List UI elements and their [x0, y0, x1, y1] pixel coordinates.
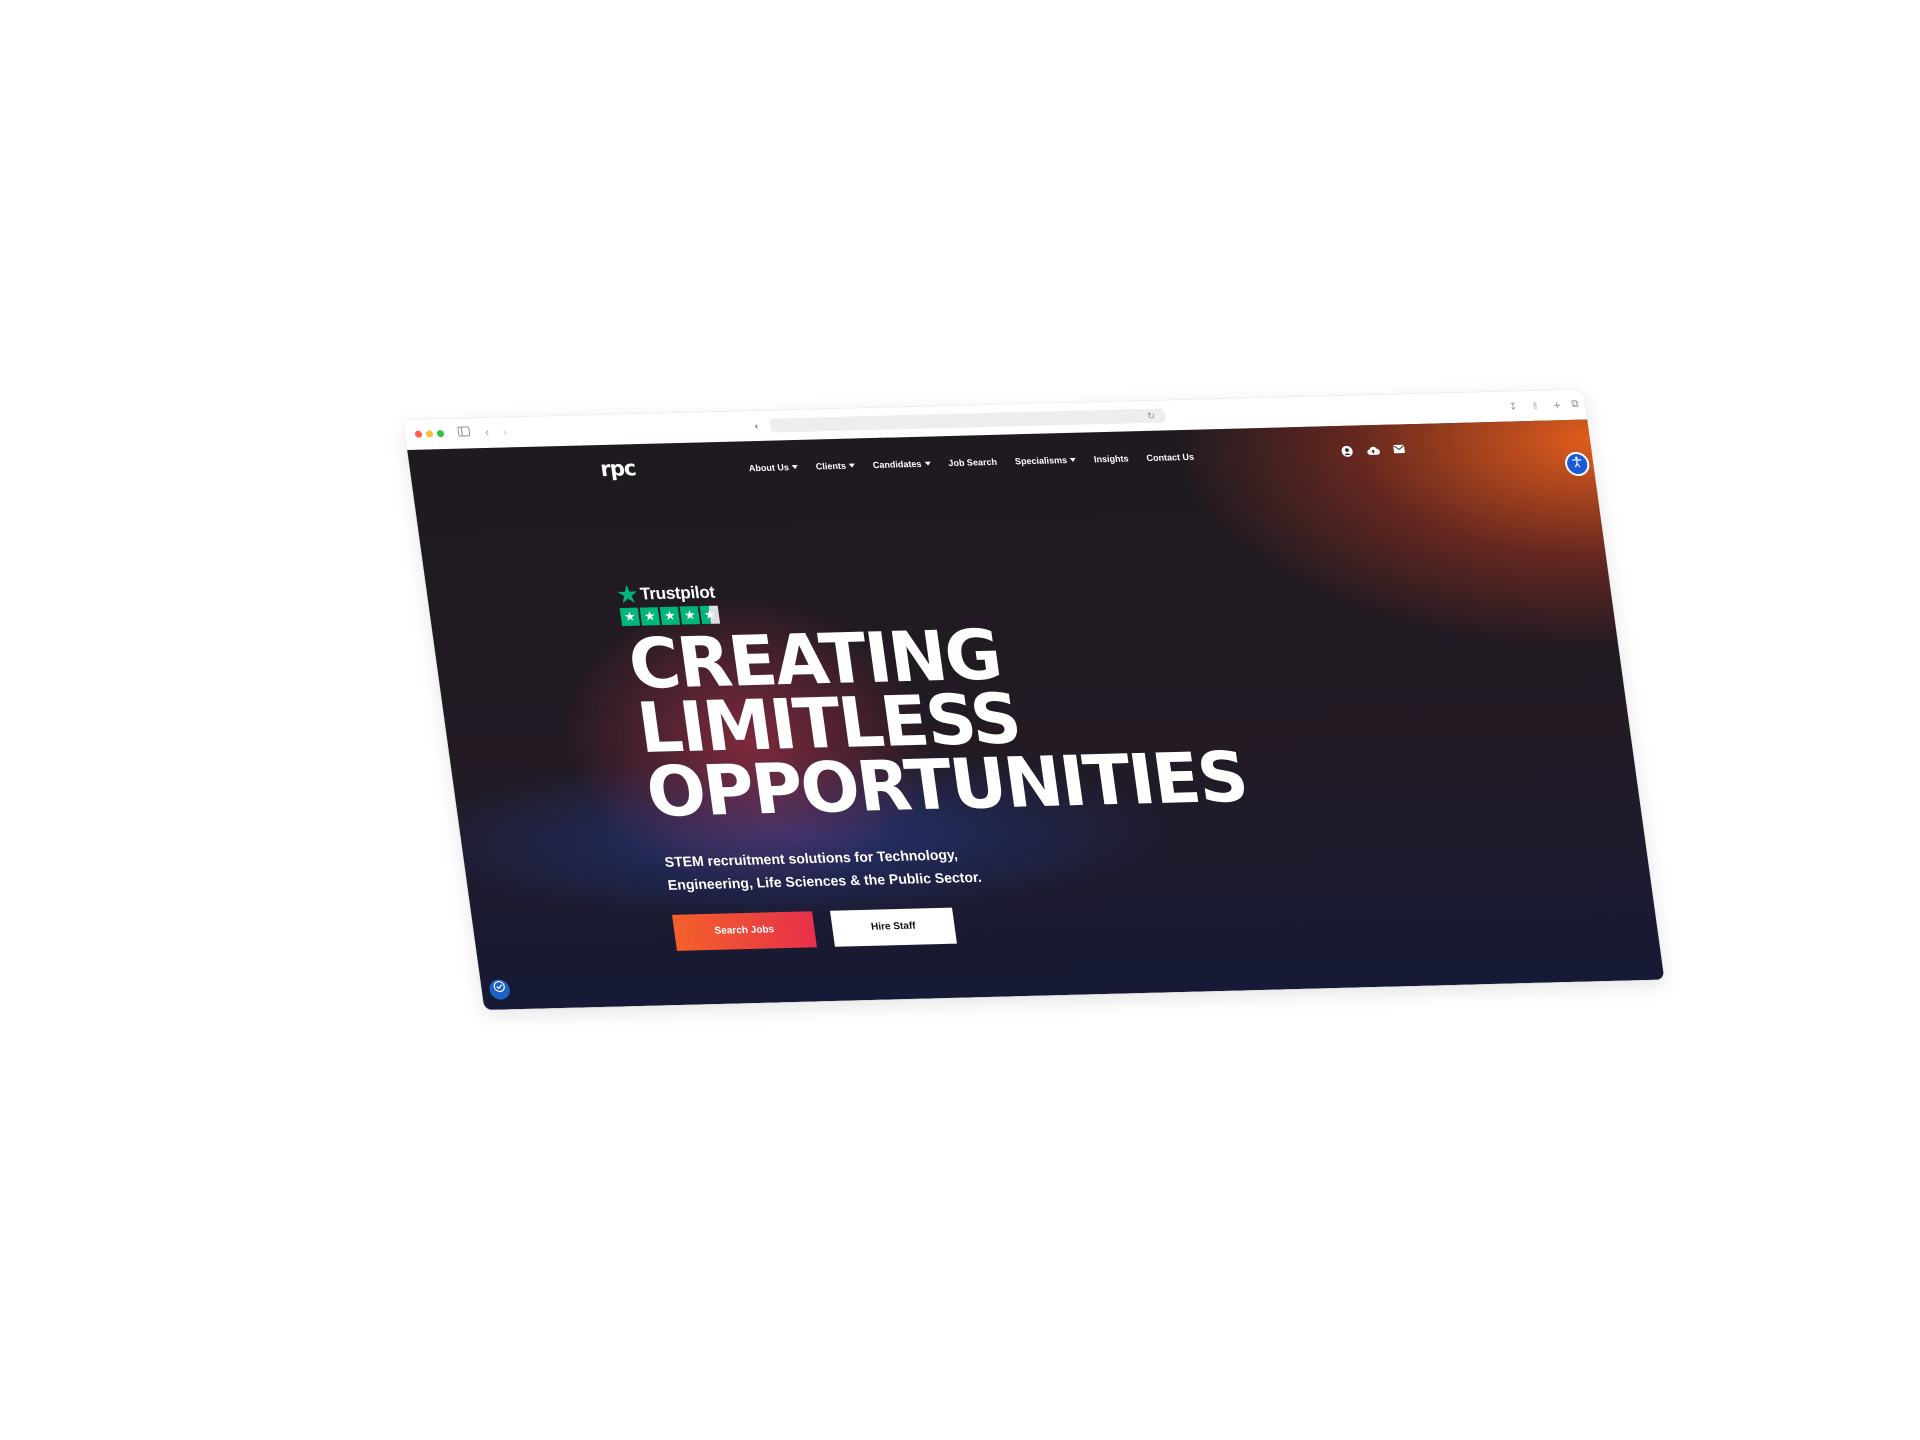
trustpilot-label: Trustpilot: [638, 582, 716, 604]
plus-icon[interactable]: +: [1550, 397, 1564, 413]
chevron-left-icon[interactable]: ‹: [480, 425, 494, 441]
half-star-icon: ★: [699, 605, 721, 625]
chevron-right-icon[interactable]: ›: [498, 424, 512, 440]
nav-label: Clients: [815, 460, 847, 472]
nav-item-clients[interactable]: Clients: [815, 460, 856, 472]
star-icon: ★: [639, 607, 661, 626]
hire-staff-button[interactable]: Hire Staff: [830, 907, 957, 947]
nav-label: Candidates: [872, 458, 923, 471]
close-window-button[interactable]: [414, 430, 423, 438]
cookie-settings-icon[interactable]: [488, 979, 512, 1000]
hero-subtitle: STEM recruitment solutions for Technolog…: [663, 846, 983, 893]
nav-item-about-us[interactable]: About Us: [748, 462, 799, 474]
header-actions: [1340, 444, 1406, 458]
privacy-shield-icon[interactable]: ◐: [750, 418, 764, 434]
star-icon: ★: [679, 606, 701, 625]
search-jobs-button[interactable]: Search Jobs: [672, 911, 817, 951]
nav-label: Contact Us: [1145, 451, 1195, 464]
screenshot-stage: ‹ › ◐ ↻ ↧ ⇧ + ⧉ rpc About Us Clients Can…: [0, 0, 1920, 1440]
user-icon[interactable]: [1340, 445, 1354, 458]
sidebar-toggle-icon[interactable]: [456, 425, 472, 441]
chevron-down-icon: [924, 461, 931, 466]
nav-item-contact-us[interactable]: Contact Us: [1146, 452, 1195, 463]
rpc-logo[interactable]: rpc: [599, 456, 637, 481]
nav-item-insights[interactable]: Insights: [1093, 453, 1129, 464]
nav-item-job-search[interactable]: Job Search: [948, 457, 998, 468]
hero-headline: CREATING LIMITLESS OPPORTUNITIES: [624, 615, 1252, 834]
trustpilot-widget[interactable]: ★ Trustpilot ★ ★ ★ ★ ★: [616, 581, 721, 627]
trustpilot-star-icon: ★: [616, 581, 639, 608]
nav-label: About Us: [748, 462, 790, 474]
accessibility-icon[interactable]: [1563, 451, 1591, 477]
star-icon: ★: [659, 606, 681, 626]
zoom-window-button[interactable]: [436, 429, 445, 438]
download-icon[interactable]: ↧: [1506, 398, 1520, 414]
mail-icon[interactable]: [1392, 444, 1406, 456]
chevron-down-icon: [1069, 457, 1077, 462]
cloud-upload-icon[interactable]: [1366, 445, 1380, 457]
reload-icon[interactable]: ↻: [1144, 408, 1158, 424]
nav-label: Specialisms: [1014, 455, 1068, 467]
nav-label: Job Search: [947, 456, 998, 469]
chevron-down-icon: [848, 463, 856, 468]
main-navigation: About Us Clients Candidates Job Search S…: [748, 452, 1195, 473]
browser-window: ‹ › ◐ ↻ ↧ ⇧ + ⧉ rpc About Us Clients Can…: [403, 389, 1665, 1010]
nav-item-candidates[interactable]: Candidates: [872, 459, 931, 470]
nav-label: Insights: [1093, 453, 1130, 465]
share-icon[interactable]: ⇧: [1528, 398, 1542, 414]
star-icon: ★: [619, 607, 641, 627]
trustpilot-brand: ★ Trustpilot: [616, 581, 717, 608]
headline-line-3: OPPORTUNITIES: [641, 737, 1252, 834]
minimize-window-button[interactable]: [425, 430, 434, 438]
chevron-down-icon: [791, 465, 799, 470]
hero-section: rpc About Us Clients Candidates Job Sear…: [407, 419, 1665, 1010]
address-bar[interactable]: [769, 408, 1167, 433]
nav-item-specialisms[interactable]: Specialisms: [1014, 455, 1077, 467]
tab-overview-icon[interactable]: ⧉: [1568, 397, 1582, 413]
